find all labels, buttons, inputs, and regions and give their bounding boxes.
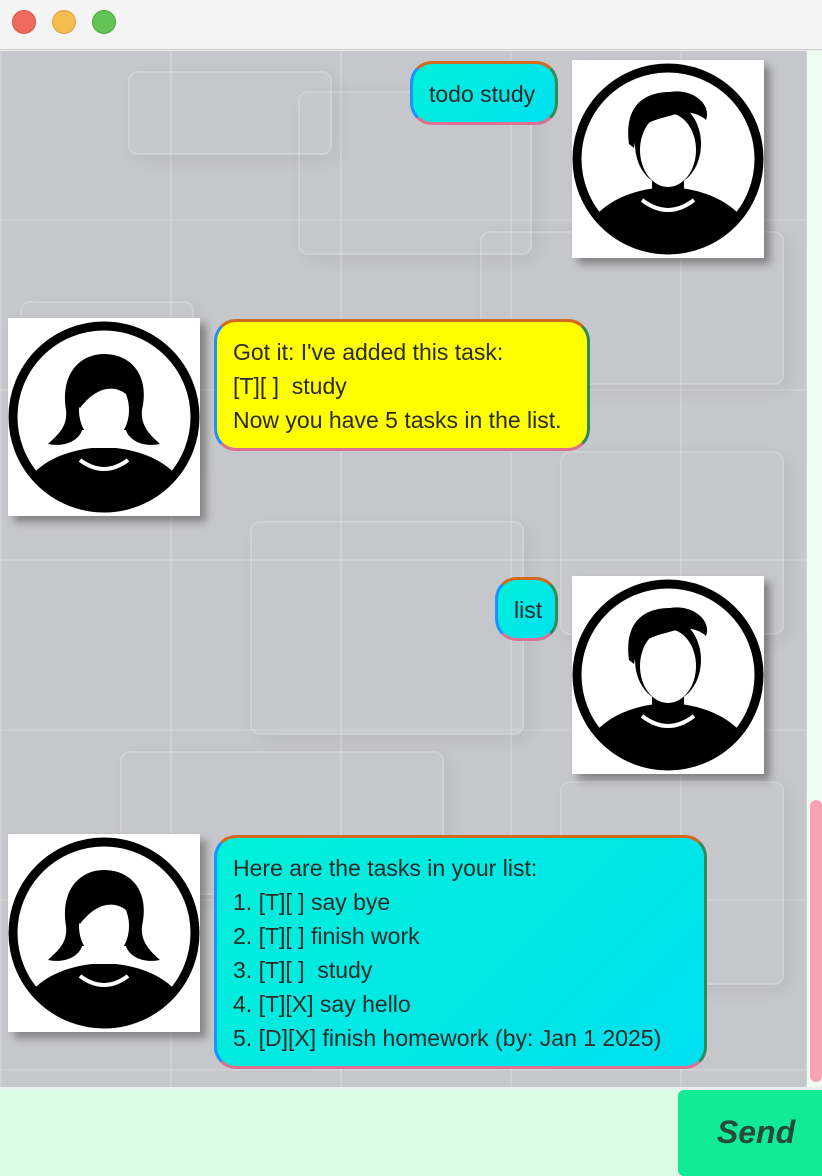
chat-scrollbar-thumb[interactable]	[810, 800, 822, 1082]
task-list-item: 1. [T][ ] say bye	[233, 889, 391, 915]
male-user-avatar-icon	[572, 60, 764, 258]
task-list-item: 4. [T][X] say hello	[233, 991, 411, 1017]
maximize-window-button[interactable]	[92, 10, 116, 34]
female-bot-avatar-icon	[8, 834, 200, 1032]
message-text-line: Got it: I've added this task:	[233, 339, 504, 365]
male-user-avatar-icon	[572, 576, 764, 774]
message-text-line: [T][ ] study	[233, 373, 347, 399]
window-titlebar	[0, 0, 822, 50]
message-input[interactable]	[0, 1089, 678, 1176]
female-bot-avatar-icon	[8, 318, 200, 516]
close-window-button[interactable]	[12, 10, 36, 34]
message-text-line: todo study	[429, 81, 536, 107]
send-button[interactable]: Send	[678, 1090, 822, 1176]
user-message-bubble: list	[495, 577, 558, 641]
message-text-line: list	[514, 597, 543, 623]
background-tile	[250, 521, 524, 735]
message-text-line: Here are the tasks in your list:	[233, 855, 538, 881]
bot-message-bubble: Here are the tasks in your list: 1. [T][…	[214, 835, 707, 1069]
user-message-bubble: todo study	[410, 61, 558, 125]
task-list-item: 3. [T][ ] study	[233, 957, 373, 983]
task-list-item: 2. [T][ ] finish work	[233, 923, 420, 949]
task-list-item: 5. [D][X] finish homework (by: Jan 1 202…	[233, 1025, 662, 1051]
bot-message-bubble: Got it: I've added this task: [T][ ] stu…	[214, 319, 590, 451]
minimize-window-button[interactable]	[52, 10, 76, 34]
message-text-line: Now you have 5 tasks in the list.	[233, 407, 562, 433]
